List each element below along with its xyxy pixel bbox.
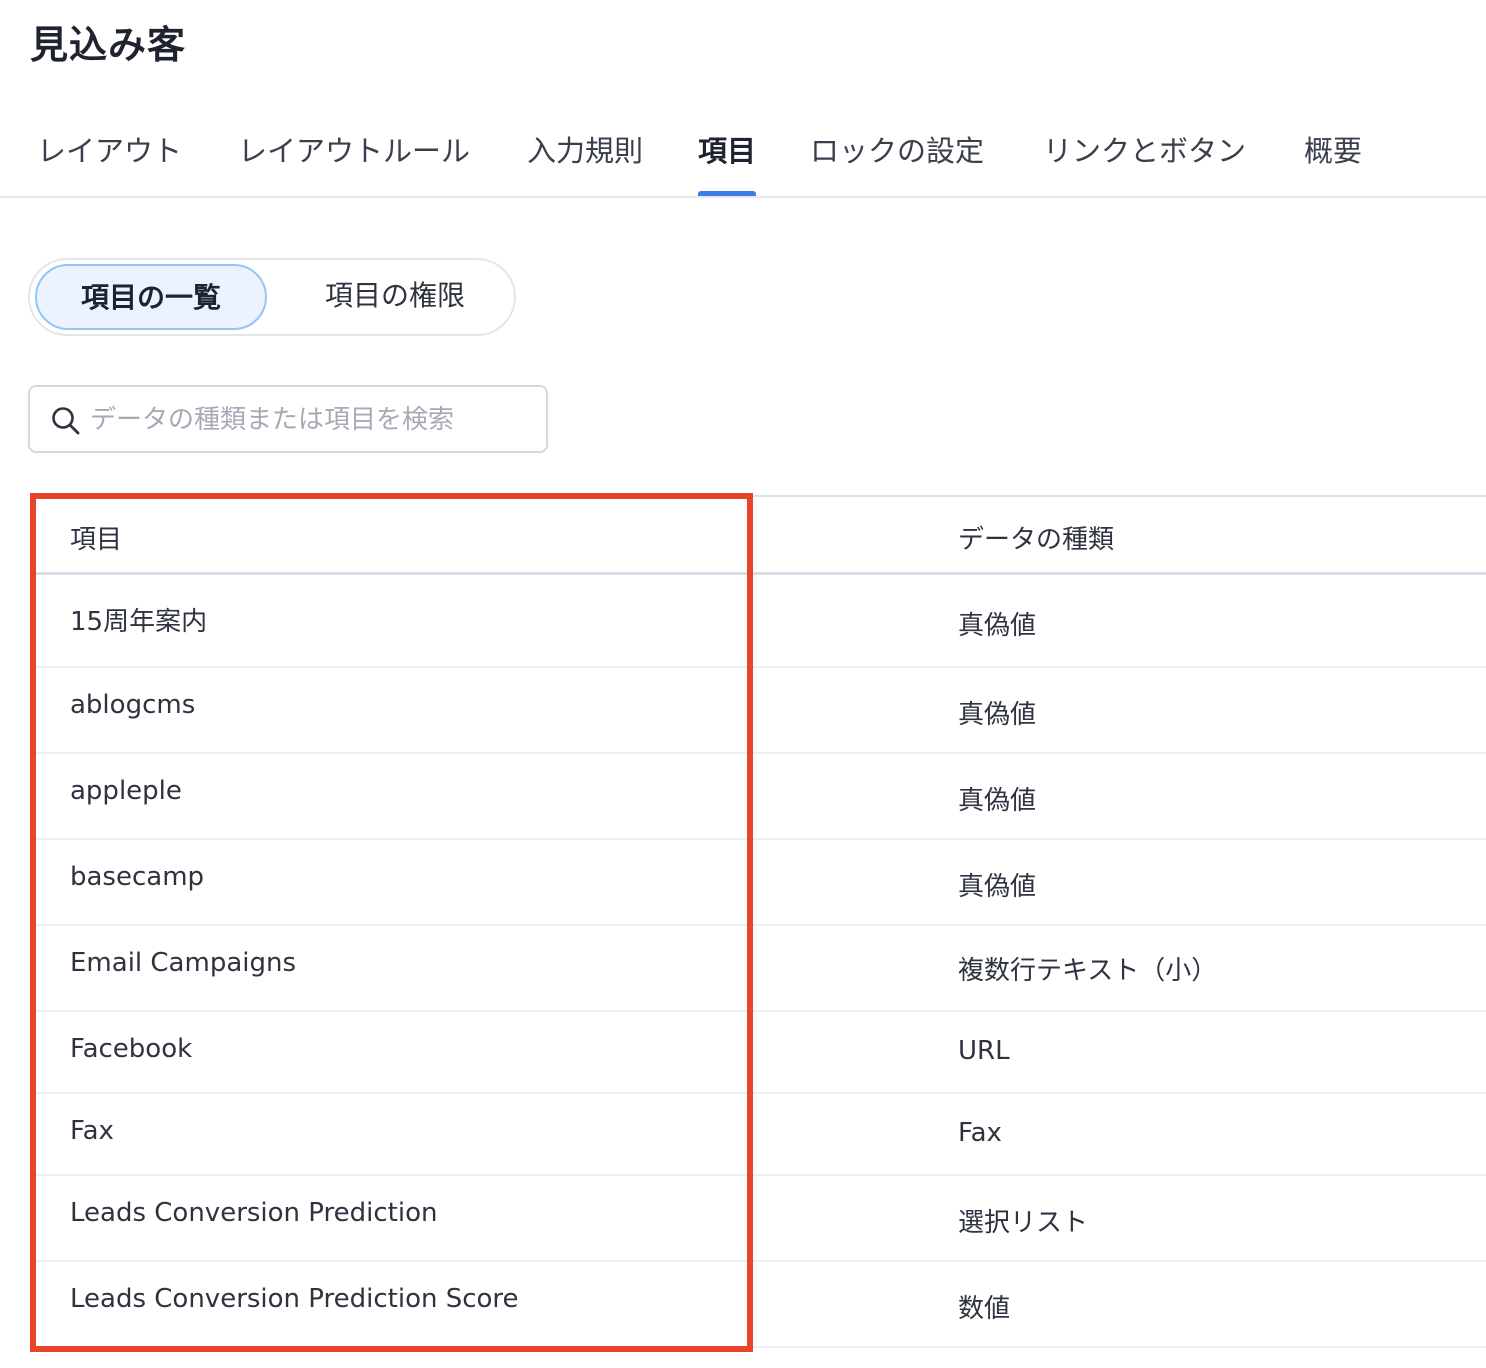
field-name[interactable]: 15周年案内: [70, 601, 207, 638]
field-name[interactable]: basecamp: [70, 862, 204, 892]
tab-bar: レイアウト レイアウトルール 入力規則 項目 ロックの設定 リンクとボタン 概要: [0, 118, 1486, 198]
table-header-row: 項目 データの種類: [30, 495, 1486, 575]
field-type: 数値: [958, 1294, 1011, 1324]
view-toggle: 項目の一覧 項目の権限: [28, 258, 516, 336]
table-row[interactable]: Email Campaigns 複数行テキスト（小）: [30, 926, 1486, 1012]
field-type: 選択リスト: [958, 1208, 1089, 1238]
field-type: 真偽値: [958, 872, 1037, 902]
tab-layout[interactable]: レイアウト: [37, 128, 182, 196]
field-type: 真偽値: [958, 786, 1037, 816]
field-name[interactable]: Leads Conversion Prediction: [70, 1198, 437, 1228]
field-permissions-toggle[interactable]: 項目の権限: [280, 264, 510, 330]
tab-overview[interactable]: 概要: [1304, 128, 1362, 196]
field-name[interactable]: Email Campaigns: [70, 948, 296, 978]
tab-layout-rules[interactable]: レイアウトルール: [238, 128, 470, 196]
table-row[interactable]: basecamp 真偽値: [30, 840, 1486, 926]
field-type: 複数行テキスト（小）: [958, 956, 1218, 986]
search-icon: [52, 407, 80, 435]
header-data-type: データの種類: [958, 525, 1115, 555]
field-name[interactable]: ablogcms: [70, 690, 195, 720]
page: 見込み客 レイアウト レイアウトルール 入力規則 項目 ロックの設定 リンクとボ…: [0, 0, 1486, 1368]
tab-links-and-buttons[interactable]: リンクとボタン: [1043, 128, 1246, 196]
header-field: 項目: [70, 525, 123, 555]
table-row[interactable]: ablogcms 真偽値: [30, 668, 1486, 754]
field-name[interactable]: Fax: [70, 1116, 114, 1146]
field-type: 真偽値: [958, 611, 1037, 641]
table-row[interactable]: Leads Conversion Prediction Score 数値: [30, 1262, 1486, 1348]
field-type: Fax: [958, 1118, 1002, 1148]
field-name[interactable]: Leads Conversion Prediction Score: [70, 1284, 519, 1314]
field-type: 真偽値: [958, 700, 1037, 730]
table-row[interactable]: 15周年案内 真偽値: [30, 575, 1486, 668]
tab-fields[interactable]: 項目: [698, 128, 757, 196]
page-title: 見込み客: [30, 23, 187, 67]
fields-table: 項目 データの種類 15周年案内 真偽値 ablogcms 真偽値 applep…: [30, 495, 1486, 1368]
search-input[interactable]: [90, 399, 530, 441]
table-row[interactable]: appleple 真偽値: [30, 754, 1486, 840]
table-row[interactable]: Facebook URL: [30, 1012, 1486, 1094]
field-list-toggle[interactable]: 項目の一覧: [35, 264, 267, 330]
field-name[interactable]: Facebook: [70, 1034, 192, 1064]
tab-validation-rules[interactable]: 入力規則: [527, 128, 643, 196]
table-row[interactable]: Leads Conversion Prediction 選択リスト: [30, 1176, 1486, 1262]
table-row[interactable]: Fax Fax: [30, 1094, 1486, 1176]
field-name[interactable]: appleple: [70, 776, 182, 806]
tab-lock-settings[interactable]: ロックの設定: [810, 128, 984, 196]
field-type: URL: [958, 1036, 1010, 1066]
search-box: [28, 385, 548, 453]
